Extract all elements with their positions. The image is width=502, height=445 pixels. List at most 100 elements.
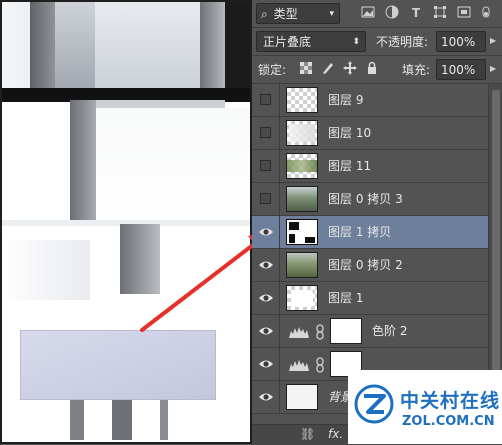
eye-icon [259, 393, 273, 401]
image-filter-icon[interactable] [360, 5, 376, 21]
thumb-content [287, 160, 317, 172]
canvas-shape [20, 330, 216, 400]
lock-all-icon[interactable] [364, 61, 380, 77]
thumb-content [289, 124, 315, 142]
link-chain-icon [316, 357, 324, 373]
visibility-toggle[interactable] [252, 216, 280, 249]
canvas-shape [120, 224, 160, 294]
lock-label: 锁定: [258, 63, 287, 77]
layer-thumbnail [286, 120, 318, 146]
layer-thumbnail [286, 252, 318, 278]
canvas-shape [70, 100, 96, 220]
filter-kind-label: 类型 [273, 7, 298, 21]
filter-row: ⌕ 类型 ▾ T [252, 0, 502, 28]
link-layers-icon[interactable]: ⛓ [300, 427, 315, 441]
canvas-shape [225, 0, 252, 100]
layer-name: 图层 1 拷贝 [328, 225, 392, 239]
document-canvas[interactable] [0, 0, 252, 444]
visibility-toggle[interactable] [252, 348, 280, 381]
fill-input[interactable]: 100% [436, 59, 486, 80]
opacity-input[interactable]: 100% [436, 31, 486, 52]
visibility-toggle[interactable] [252, 117, 280, 150]
canvas-shape [160, 400, 168, 440]
text-filter-icon[interactable]: T [408, 5, 424, 21]
blend-row: 正片叠底 ⬍ 不透明度: 100% ▶ [252, 28, 502, 56]
visibility-toggle[interactable] [252, 381, 280, 414]
eye-icon [259, 327, 273, 335]
layer-thumbnail [286, 219, 318, 245]
thumb-content [289, 234, 295, 243]
layer-row[interactable]: 图层 0 拷贝 2 [252, 249, 488, 282]
eye-icon [259, 228, 273, 236]
layer-row[interactable]: 图层 10 [252, 117, 488, 150]
thumb-content [291, 290, 313, 307]
layer-name: 图层 9 [328, 93, 364, 107]
canvas-shape [95, 0, 205, 98]
visibility-off-checkbox [260, 160, 271, 171]
thumb-content [289, 222, 299, 230]
shape-filter-icon[interactable] [432, 5, 448, 21]
layer-name: 图层 10 [328, 126, 372, 140]
visibility-toggle[interactable] [252, 183, 280, 216]
fx-button[interactable]: fx. [328, 427, 343, 441]
levels-adjustment-icon [289, 327, 309, 338]
visibility-toggle[interactable] [252, 249, 280, 282]
visibility-off-checkbox [260, 94, 271, 105]
visibility-off-checkbox [260, 127, 271, 138]
layer-thumbnail [286, 384, 318, 410]
blend-mode-value: 正片叠底 [263, 35, 312, 49]
lock-position-icon[interactable] [342, 61, 358, 77]
eye-icon [259, 360, 273, 368]
blend-mode-dropdown[interactable]: 正片叠底 ⬍ [256, 31, 366, 52]
layer-name: 图层 1 [328, 291, 364, 305]
layer-mask-thumbnail[interactable] [330, 318, 362, 344]
link-chain-icon [316, 324, 324, 340]
layer-name: 图层 0 拷贝 3 [328, 192, 403, 206]
layer-thumbnail [286, 285, 318, 311]
adjustment-filter-icon[interactable] [384, 5, 400, 21]
visibility-toggle[interactable] [252, 282, 280, 315]
chevron-updown-icon: ⬍ [352, 37, 360, 47]
lock-transparent-pixels-icon[interactable] [298, 62, 314, 78]
zol-logo-icon [354, 384, 394, 424]
canvas-shape [112, 400, 132, 440]
scrollbar-thumb[interactable] [492, 90, 500, 390]
zol-watermark: 中关村在线 ZOL.COM.CN [348, 370, 502, 444]
opacity-value: 100% [441, 35, 476, 49]
opacity-label: 不透明度: [376, 35, 429, 49]
layer-name: 图层 11 [328, 159, 372, 173]
visibility-toggle[interactable] [252, 150, 280, 183]
filter-kind-dropdown[interactable]: ⌕ 类型 ▾ [256, 3, 340, 24]
layer-name: 图层 0 拷贝 2 [328, 258, 403, 272]
visibility-toggle[interactable] [252, 315, 280, 348]
fill-value: 100% [441, 63, 476, 77]
lock-image-pixels-icon[interactable] [320, 61, 336, 77]
smart-object-filter-icon[interactable] [456, 5, 472, 21]
thumb-content [305, 237, 315, 243]
fill-dropdown-arrow-icon[interactable]: ▶ [490, 64, 496, 73]
eye-icon [259, 261, 273, 269]
canvas-shape [96, 108, 252, 220]
canvas-shape [200, 0, 225, 100]
layer-thumbnail [286, 153, 318, 179]
layer-row-selected[interactable]: 图层 1 拷贝 [252, 216, 488, 249]
visibility-off-checkbox [260, 193, 271, 204]
levels-adjustment-icon [289, 360, 309, 371]
chevron-down-icon: ▾ [329, 9, 334, 19]
filter-toggle-icon[interactable] [480, 5, 492, 21]
layer-thumbnail [286, 186, 318, 212]
layer-name: 色阶 2 [372, 324, 408, 338]
layer-row[interactable]: 图层 1 [252, 282, 488, 315]
fill-label: 填充: [402, 63, 431, 77]
adjustment-layer-row[interactable]: 色阶 2 [252, 315, 488, 348]
watermark-brand: 中关村在线 [400, 390, 501, 412]
layer-row[interactable]: 图层 11 [252, 150, 488, 183]
eye-icon [259, 294, 273, 302]
opacity-dropdown-arrow-icon[interactable]: ▶ [490, 36, 496, 45]
visibility-toggle[interactable] [252, 84, 280, 117]
canvas-shape [0, 240, 90, 300]
layer-row[interactable]: 图层 0 拷贝 3 [252, 183, 488, 216]
layer-row[interactable]: 图层 9 [252, 84, 488, 117]
search-icon: ⌕ [261, 7, 268, 21]
canvas-shape [95, 100, 225, 108]
